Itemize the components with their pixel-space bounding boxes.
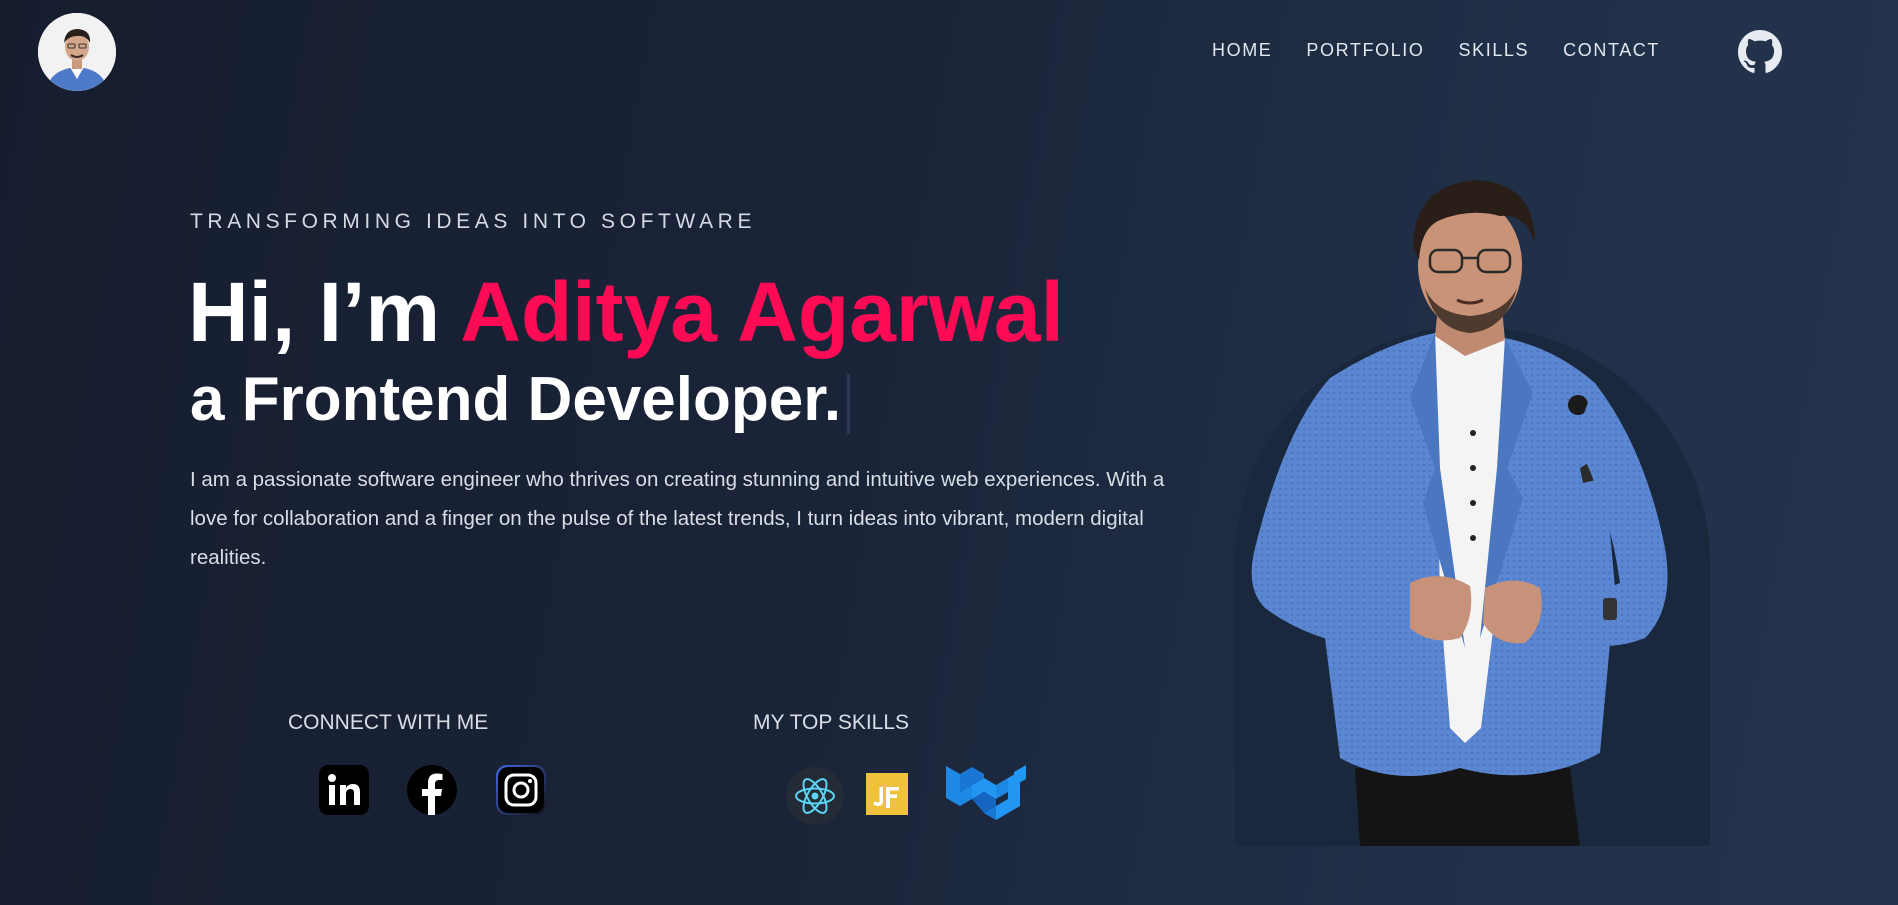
intro-paragraph: I am a passionate software engineer who … bbox=[190, 468, 1165, 569]
role-line: a Frontend Developer. bbox=[190, 362, 851, 438]
avatar[interactable] bbox=[38, 13, 116, 91]
instagram-icon[interactable] bbox=[495, 764, 547, 816]
github-icon[interactable] bbox=[1738, 30, 1782, 74]
hero-portrait bbox=[1235, 168, 1710, 846]
headline: Hi, I’m Aditya Agarwal bbox=[188, 262, 1064, 362]
hero-name: Aditya Agarwal bbox=[460, 265, 1064, 359]
react-icon bbox=[785, 766, 845, 830]
greeting: Hi, I’m bbox=[188, 265, 441, 359]
connect-title: CONNECT WITH ME bbox=[288, 711, 489, 734]
nav-home[interactable]: HOME bbox=[1212, 40, 1272, 61]
facebook-icon[interactable] bbox=[406, 764, 458, 816]
role-text: a Frontend Developer. bbox=[190, 365, 842, 434]
nav-portfolio[interactable]: PORTFOLIO bbox=[1306, 40, 1424, 61]
javascript-icon bbox=[866, 773, 908, 819]
main-nav: HOME PORTFOLIO SKILLS CONTACT bbox=[1212, 40, 1660, 61]
tagline: TRANSFORMING IDEAS INTO SOFTWARE bbox=[190, 210, 757, 233]
skills-title: MY TOP SKILLS bbox=[753, 711, 910, 734]
linkedin-icon[interactable] bbox=[318, 764, 370, 816]
nav-skills[interactable]: SKILLS bbox=[1459, 40, 1530, 61]
typing-cursor bbox=[847, 373, 851, 434]
material-ui-icon bbox=[944, 762, 1028, 838]
nav-contact[interactable]: CONTACT bbox=[1563, 40, 1660, 61]
